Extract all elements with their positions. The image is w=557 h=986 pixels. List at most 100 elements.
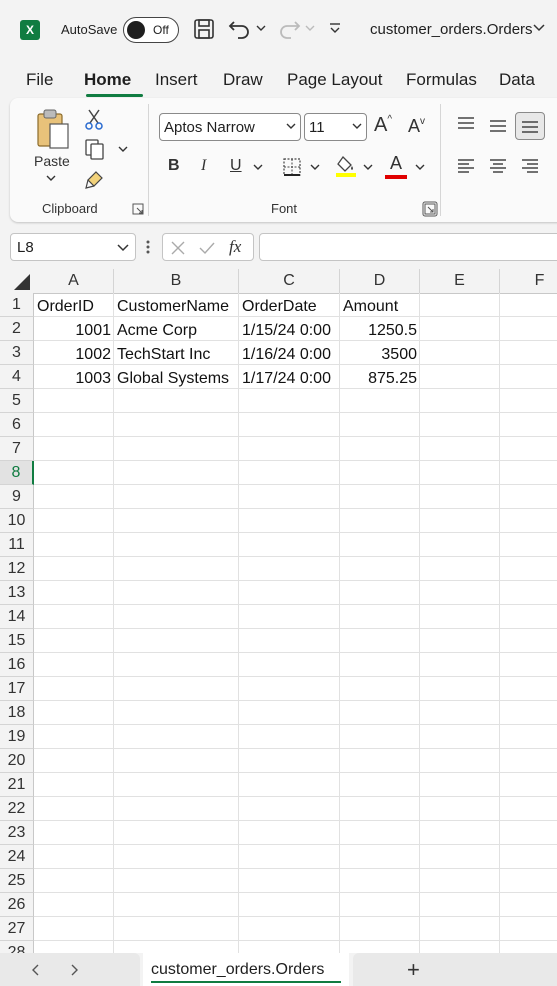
tab-data[interactable]: Data xyxy=(499,70,535,90)
fill-color-icon[interactable] xyxy=(335,154,357,178)
tab-insert[interactable]: Insert xyxy=(155,70,198,90)
cell-b1[interactable]: CustomerName xyxy=(117,294,237,318)
row-header-2[interactable]: 2 xyxy=(0,317,34,341)
autosave-toggle[interactable]: Off xyxy=(123,17,179,43)
format-painter-icon[interactable] xyxy=(84,168,106,190)
borders-icon[interactable] xyxy=(282,157,302,177)
font-name-chevron-down-icon[interactable] xyxy=(286,122,296,130)
cell-a1[interactable]: OrderID xyxy=(37,294,111,318)
cell-b4[interactable]: Global Systems xyxy=(117,366,237,390)
paste-label[interactable]: Paste xyxy=(34,153,70,169)
font-dialog-launcher-icon[interactable] xyxy=(422,201,438,217)
row-header-17[interactable]: 17 xyxy=(0,677,34,701)
save-icon[interactable] xyxy=(193,18,215,40)
row-header-21[interactable]: 21 xyxy=(0,773,34,797)
row-header-24[interactable]: 24 xyxy=(0,845,34,869)
font-name-combobox[interactable]: Aptos Narrow xyxy=(159,113,301,141)
row-header-19[interactable]: 19 xyxy=(0,725,34,749)
align-center-icon[interactable] xyxy=(488,158,508,176)
font-color-button[interactable]: A xyxy=(385,153,407,179)
align-right-icon[interactable] xyxy=(520,158,540,176)
cell-c3[interactable]: 1/16/24 0:00 xyxy=(242,342,338,366)
column-header-d[interactable]: D xyxy=(340,269,420,293)
name-box-chevron-down-icon[interactable] xyxy=(117,243,129,253)
column-header-f[interactable]: F xyxy=(500,269,557,293)
row-header-12[interactable]: 12 xyxy=(0,557,34,581)
fill-color-dropdown-chevron-icon[interactable] xyxy=(363,163,373,171)
column-header-b[interactable]: B xyxy=(114,269,239,293)
copy-icon[interactable] xyxy=(84,138,106,160)
paste-icon[interactable] xyxy=(34,108,72,150)
cell-b3[interactable]: TechStart Inc xyxy=(117,342,237,366)
row-header-20[interactable]: 20 xyxy=(0,749,34,773)
name-box[interactable]: L8 xyxy=(10,233,136,261)
row-header-15[interactable]: 15 xyxy=(0,629,34,653)
copy-dropdown-chevron-icon[interactable] xyxy=(118,145,128,153)
row-header-10[interactable]: 10 xyxy=(0,509,34,533)
row-header-14[interactable]: 14 xyxy=(0,605,34,629)
cell-c1[interactable]: OrderDate xyxy=(242,294,338,318)
tab-formulas[interactable]: Formulas xyxy=(406,70,477,90)
row-header-6[interactable]: 6 xyxy=(0,413,34,437)
align-left-icon[interactable] xyxy=(456,158,476,176)
cell-b2[interactable]: Acme Corp xyxy=(117,318,237,342)
select-all-button[interactable] xyxy=(0,269,34,293)
add-sheet-button[interactable]: + xyxy=(407,957,420,983)
column-header-c[interactable]: C xyxy=(239,269,340,293)
row-header-23[interactable]: 23 xyxy=(0,821,34,845)
cell-d3[interactable]: 3500 xyxy=(340,342,417,366)
font-size-combobox[interactable]: 11 xyxy=(304,113,367,141)
align-bottom-button[interactable] xyxy=(515,112,545,140)
italic-button[interactable]: I xyxy=(201,157,206,175)
row-header-3[interactable]: 3 xyxy=(0,341,34,365)
document-title[interactable]: customer_orders.Orders xyxy=(370,21,533,38)
cell-a2[interactable]: 1001 xyxy=(36,318,111,342)
row-header-5[interactable]: 5 xyxy=(0,389,34,413)
underline-dropdown-chevron-icon[interactable] xyxy=(253,163,263,171)
cell-c2[interactable]: 1/15/24 0:00 xyxy=(242,318,338,342)
row-header-8[interactable]: 8 xyxy=(0,461,34,485)
insert-function-button[interactable]: fx xyxy=(229,237,241,257)
previous-sheet-chevron-icon[interactable] xyxy=(30,964,40,976)
row-header-9[interactable]: 9 xyxy=(0,485,34,509)
bold-button[interactable]: B xyxy=(168,157,180,175)
undo-dropdown-chevron-icon[interactable] xyxy=(256,24,266,32)
formula-bar-more-icon[interactable] xyxy=(146,239,150,255)
font-size-chevron-down-icon[interactable] xyxy=(352,122,362,130)
next-sheet-chevron-icon[interactable] xyxy=(70,964,80,976)
row-header-16[interactable]: 16 xyxy=(0,653,34,677)
undo-icon[interactable] xyxy=(228,18,252,40)
clipboard-dialog-launcher-icon[interactable] xyxy=(132,203,144,215)
row-header-1[interactable]: 1 xyxy=(0,293,34,317)
row-header-27[interactable]: 27 xyxy=(0,917,34,941)
cut-icon[interactable] xyxy=(85,108,103,130)
cell-d1[interactable]: Amount xyxy=(343,294,418,318)
cell-c4[interactable]: 1/17/24 0:00 xyxy=(242,366,338,390)
row-header-4[interactable]: 4 xyxy=(0,365,34,389)
row-header-11[interactable]: 11 xyxy=(0,533,34,557)
underline-button[interactable]: U xyxy=(230,157,242,175)
paste-dropdown-chevron-icon[interactable] xyxy=(46,174,56,182)
font-color-dropdown-chevron-icon[interactable] xyxy=(415,163,425,171)
cell-d2[interactable]: 1250.5 xyxy=(340,318,417,342)
row-header-28[interactable]: 28 xyxy=(0,941,34,953)
cell-a4[interactable]: 1003 xyxy=(36,366,111,390)
tab-home[interactable]: Home xyxy=(84,70,131,90)
row-header-13[interactable]: 13 xyxy=(0,581,34,605)
row-header-26[interactable]: 26 xyxy=(0,893,34,917)
cell-a3[interactable]: 1002 xyxy=(36,342,111,366)
column-header-a[interactable]: A xyxy=(34,269,114,293)
row-header-18[interactable]: 18 xyxy=(0,701,34,725)
sheet-tab-active[interactable]: customer_orders.Orders xyxy=(143,953,349,986)
row-header-7[interactable]: 7 xyxy=(0,437,34,461)
worksheet-grid[interactable]: A B C D E F 1 2 3 4 5 6 7 8 9 10 11 12 13 14 15 16 17 18 1… xyxy=(0,269,557,953)
title-chevron-down-icon[interactable] xyxy=(532,20,546,34)
tab-page-layout[interactable]: Page Layout xyxy=(287,70,382,90)
borders-dropdown-chevron-icon[interactable] xyxy=(310,163,320,171)
row-header-25[interactable]: 25 xyxy=(0,869,34,893)
tab-draw[interactable]: Draw xyxy=(223,70,263,90)
column-header-e[interactable]: E xyxy=(420,269,500,293)
customize-quick-access-icon[interactable] xyxy=(329,22,341,36)
tab-file[interactable]: File xyxy=(26,70,53,90)
align-top-icon[interactable] xyxy=(456,116,476,132)
